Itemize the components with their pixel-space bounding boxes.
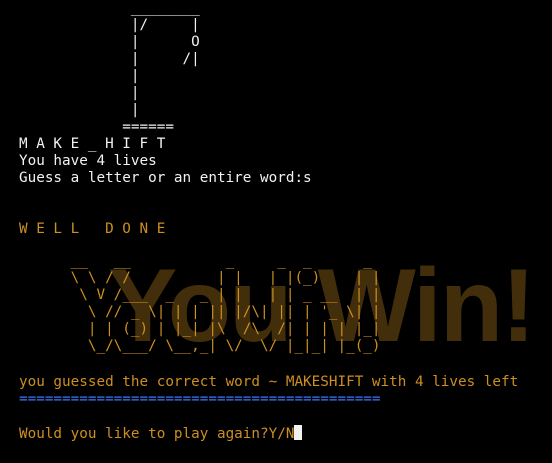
hidden-word: M A K E _ H I F T <box>19 136 166 152</box>
gallows-line: | <box>19 68 140 84</box>
banner-line: \ \ / / | | | |(_) | | <box>19 270 381 286</box>
text-cursor[interactable] <box>294 425 303 440</box>
gallows-line: ________ <box>19 0 200 16</box>
result-message: you guessed the correct word ~ MAKESHIFT… <box>19 374 519 390</box>
banner-line: __ __ _ _ _ _ <box>19 253 372 269</box>
banner-line: \ // _ \| | | || |/\| || | '_ \| | <box>19 304 381 320</box>
banner-line: | | (_) | |_| |\ /\ /| | | | |_| <box>19 321 381 337</box>
gallows-line: | <box>19 85 140 101</box>
gallows-line: | <box>19 102 140 118</box>
banner-line: \ V /___ _ _ | | | | _ __ | | <box>19 287 381 303</box>
gallows-line: |/ | <box>19 17 200 33</box>
play-again-text: Would you like to play again?Y/N <box>19 426 295 442</box>
terminal-output: ________ |/ | | O | /| | | | ====== M A … <box>19 0 549 442</box>
separator-line: ========================================… <box>19 391 381 407</box>
gallows-line: | /| <box>19 51 200 67</box>
gallows-line: ====== <box>19 119 174 135</box>
lives-remaining: You have 4 lives <box>19 153 157 169</box>
banner-line: \_/\___/ \__,_| \/ \/ |_|_| |_(_) <box>19 338 381 354</box>
gallows-line: | O <box>19 34 200 50</box>
guess-prompt: Guess a letter or an entire word:s <box>19 170 312 186</box>
you-win-banner: __ __ _ _ _ _ \ \ / / | | | |(_) | | \ V… <box>19 253 549 355</box>
play-again-prompt[interactable]: Would you like to play again?Y/N <box>19 425 549 442</box>
gallows-art: ________ |/ | | O | /| | | | ====== <box>19 0 549 136</box>
well-done-heading: W E L L D O N E <box>19 221 166 237</box>
